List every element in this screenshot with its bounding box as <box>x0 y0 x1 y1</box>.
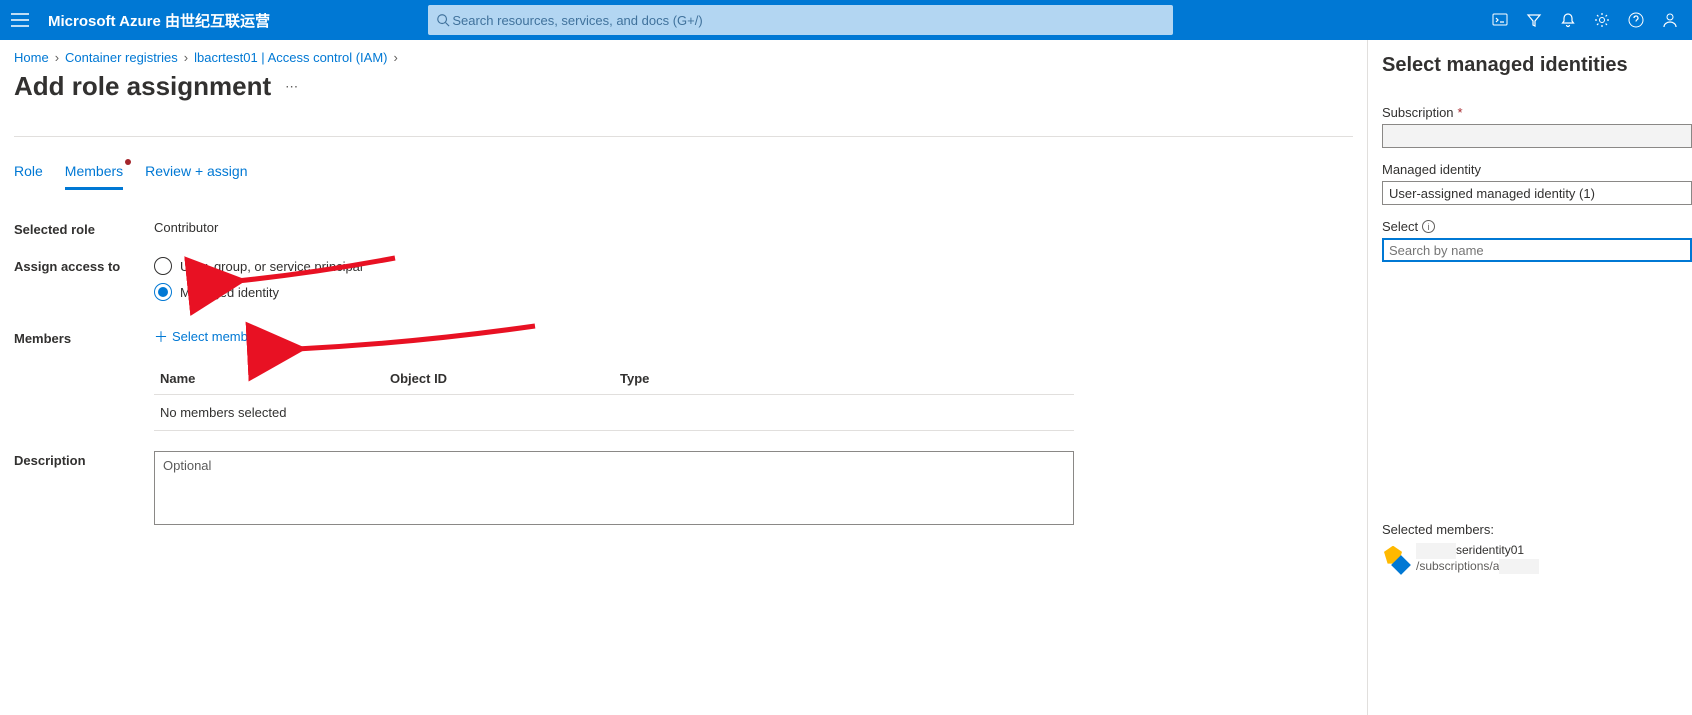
select-label: Select <box>1382 219 1418 234</box>
selected-members-label: Selected members: <box>1382 522 1692 537</box>
radio-managed-identity[interactable]: Managed identity <box>154 283 1353 301</box>
subscription-select[interactable] <box>1382 124 1692 148</box>
feedback-icon[interactable] <box>1660 10 1680 30</box>
select-search-input[interactable] <box>1382 238 1692 262</box>
info-icon[interactable]: i <box>1422 220 1435 233</box>
radio-circle-icon <box>154 257 172 275</box>
selected-member-item[interactable]: xxxxxseridentity01 /subscriptions/axxxx <box>1382 543 1692 574</box>
search-icon <box>436 13 450 27</box>
member-name: xxxxxseridentity01 <box>1416 543 1539 559</box>
plus-icon: ＋ <box>154 330 168 344</box>
tab-members-label: Members <box>65 163 123 179</box>
main-content: Home › Container registries › lbacrtest0… <box>0 40 1367 715</box>
radio-mi-label: Managed identity <box>180 285 279 300</box>
members-table: Name Object ID Type No members selected <box>154 363 1074 431</box>
subscription-label: Subscription <box>1382 105 1454 120</box>
radio-circle-selected-icon <box>154 283 172 301</box>
managed-identity-label: Managed identity <box>1382 162 1692 177</box>
chevron-right-icon: › <box>393 50 397 65</box>
side-panel-title: Select managed identities <box>1382 54 1692 77</box>
col-type: Type <box>620 371 1068 386</box>
global-search-input[interactable] <box>450 12 1165 29</box>
selected-role-value: Contributor <box>154 220 1353 235</box>
col-name: Name <box>160 371 390 386</box>
help-icon[interactable] <box>1626 10 1646 30</box>
managed-identity-select[interactable]: User-assigned managed identity (1) <box>1382 181 1692 205</box>
chevron-right-icon: › <box>184 50 188 65</box>
tab-role[interactable]: Role <box>14 155 43 190</box>
global-search[interactable] <box>428 5 1173 35</box>
tabs: Role Members Review + assign <box>14 155 1353 190</box>
divider <box>14 136 1353 137</box>
filter-icon[interactable] <box>1524 10 1544 30</box>
tab-review-assign[interactable]: Review + assign <box>145 155 247 190</box>
top-icon-bar <box>1490 10 1684 30</box>
description-label: Description <box>14 451 154 468</box>
member-subscription-path: /subscriptions/axxxx <box>1416 559 1539 575</box>
chevron-right-icon: › <box>55 50 59 65</box>
description-textarea[interactable] <box>154 451 1074 525</box>
settings-gear-icon[interactable] <box>1592 10 1612 30</box>
managed-identity-icon <box>1382 546 1408 572</box>
required-dot-icon <box>125 159 131 165</box>
radio-user-label: User, group, or service principal <box>180 259 363 274</box>
select-members-link-label: Select members <box>172 329 266 344</box>
members-label: Members <box>14 329 154 346</box>
radio-user-group-sp[interactable]: User, group, or service principal <box>154 257 1353 275</box>
side-panel: Select managed identities Subscription *… <box>1367 40 1692 715</box>
select-members-link[interactable]: ＋ Select members <box>154 329 266 344</box>
page-title: Add role assignment <box>14 71 271 102</box>
top-bar: Microsoft Azure 由世纪互联运营 <box>0 0 1692 40</box>
assign-access-label: Assign access to <box>14 257 154 274</box>
breadcrumb-iam[interactable]: lbacrtest01 | Access control (IAM) <box>194 50 387 65</box>
breadcrumb-registries[interactable]: Container registries <box>65 50 178 65</box>
notifications-icon[interactable] <box>1558 10 1578 30</box>
breadcrumb: Home › Container registries › lbacrtest0… <box>14 50 1353 65</box>
col-object-id: Object ID <box>390 371 620 386</box>
members-empty-row: No members selected <box>154 395 1074 431</box>
tab-members[interactable]: Members <box>65 155 123 190</box>
hamburger-menu-icon[interactable] <box>8 8 32 32</box>
required-asterisk: * <box>1458 105 1463 120</box>
cloud-shell-icon[interactable] <box>1490 10 1510 30</box>
more-actions-icon[interactable]: ⋯ <box>281 75 302 99</box>
brand-title: Microsoft Azure 由世纪互联运营 <box>48 10 270 31</box>
selected-role-label: Selected role <box>14 220 154 237</box>
breadcrumb-home[interactable]: Home <box>14 50 49 65</box>
